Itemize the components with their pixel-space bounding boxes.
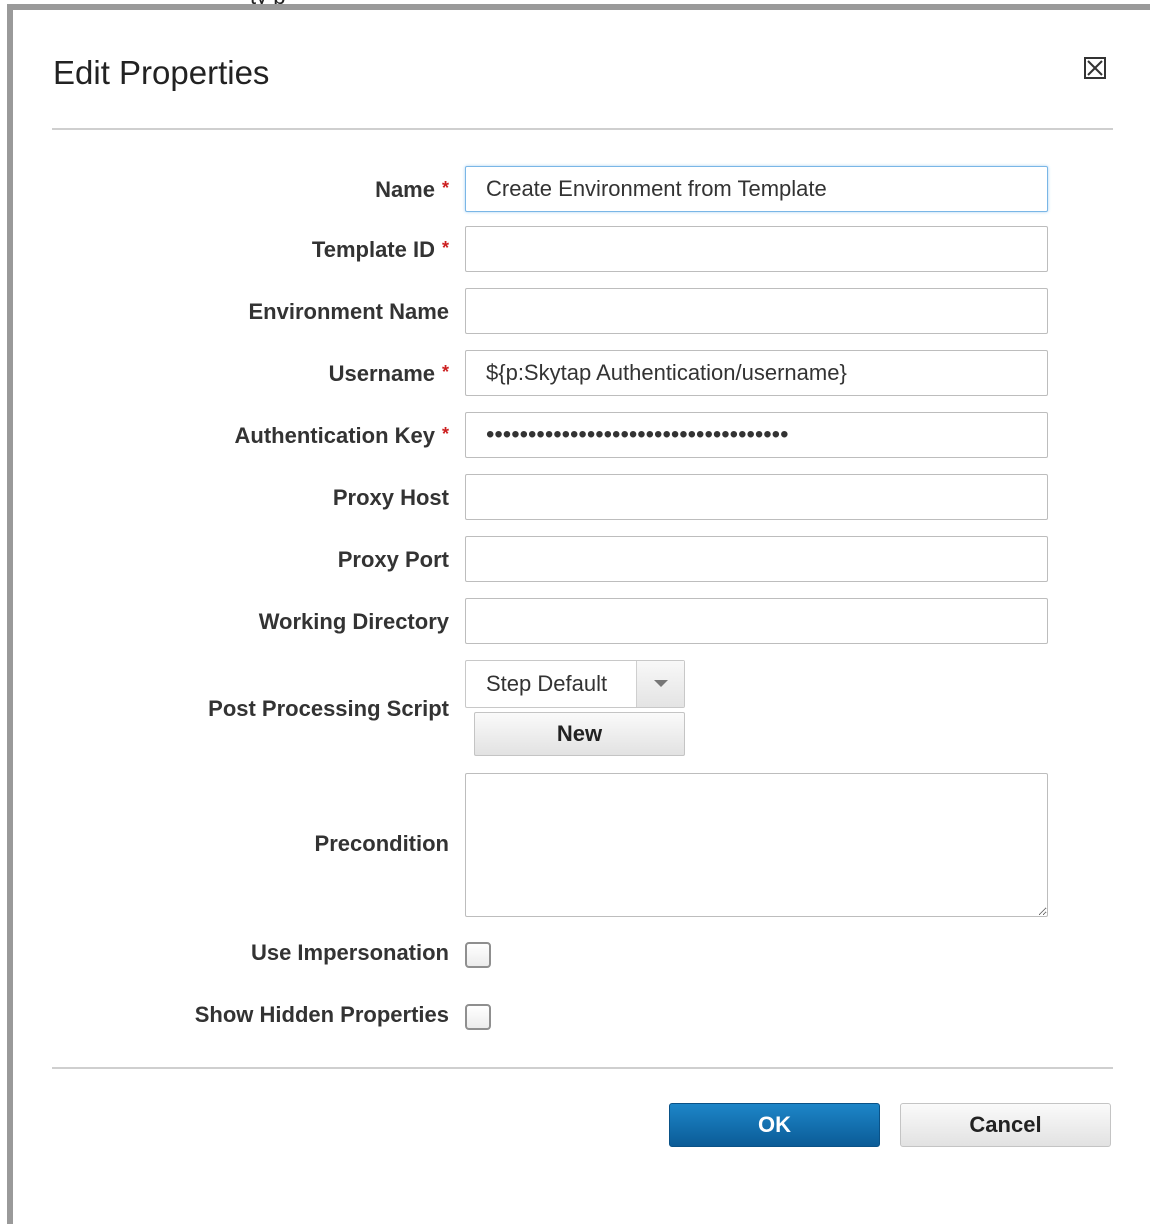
ok-button[interactable]: OK [669,1103,880,1147]
template-id-label: Template ID * [311,237,449,262]
working-directory-input[interactable] [465,598,1048,644]
footer-divider [52,1067,1113,1069]
required-marker: * [441,238,449,258]
post-processing-script-select[interactable]: Step Default [465,660,685,708]
authentication-key-input[interactable] [465,412,1048,458]
cancel-button[interactable]: Cancel [900,1103,1111,1147]
show-hidden-properties-checkbox[interactable] [465,1004,491,1030]
select-value: Step Default [486,671,608,696]
required-marker: * [441,362,449,382]
template-id-input[interactable] [465,226,1048,272]
precondition-label: Precondition [314,831,449,856]
dropdown-arrow[interactable] [636,661,684,707]
edit-properties-dialog: Edit Properties Name* Template ID* Envir… [7,4,1150,1224]
proxy-port-label: Proxy Port [337,547,449,572]
username-input[interactable] [465,350,1048,396]
name-label: Name * [375,177,449,202]
name-input[interactable] [465,166,1048,212]
close-icon[interactable] [1084,57,1106,79]
username-label: Username * [328,361,449,386]
close-x-glyph [1087,60,1103,76]
working-directory-label: Working Directory [258,609,449,634]
required-marker: * [441,178,449,198]
authentication-key-label: Authentication Key * [234,423,449,448]
environment-name-label: Environment Name [248,299,450,324]
new-script-button[interactable]: New [474,712,685,756]
dialog-title: Edit Properties [53,54,270,91]
proxy-host-label: Proxy Host [332,485,449,510]
proxy-host-input[interactable] [465,474,1048,520]
required-marker: * [441,424,449,444]
precondition-textarea[interactable] [465,773,1048,917]
proxy-port-input[interactable] [465,536,1048,582]
use-impersonation-label: Use Impersonation [250,940,449,965]
show-hidden-properties-label: Show Hidden Properties [194,1002,449,1027]
chevron-down-icon [654,680,668,687]
use-impersonation-checkbox[interactable] [465,942,491,968]
environment-name-input[interactable] [465,288,1048,334]
header-divider [52,128,1113,130]
post-processing-script-label: Post Processing Script [208,696,449,721]
